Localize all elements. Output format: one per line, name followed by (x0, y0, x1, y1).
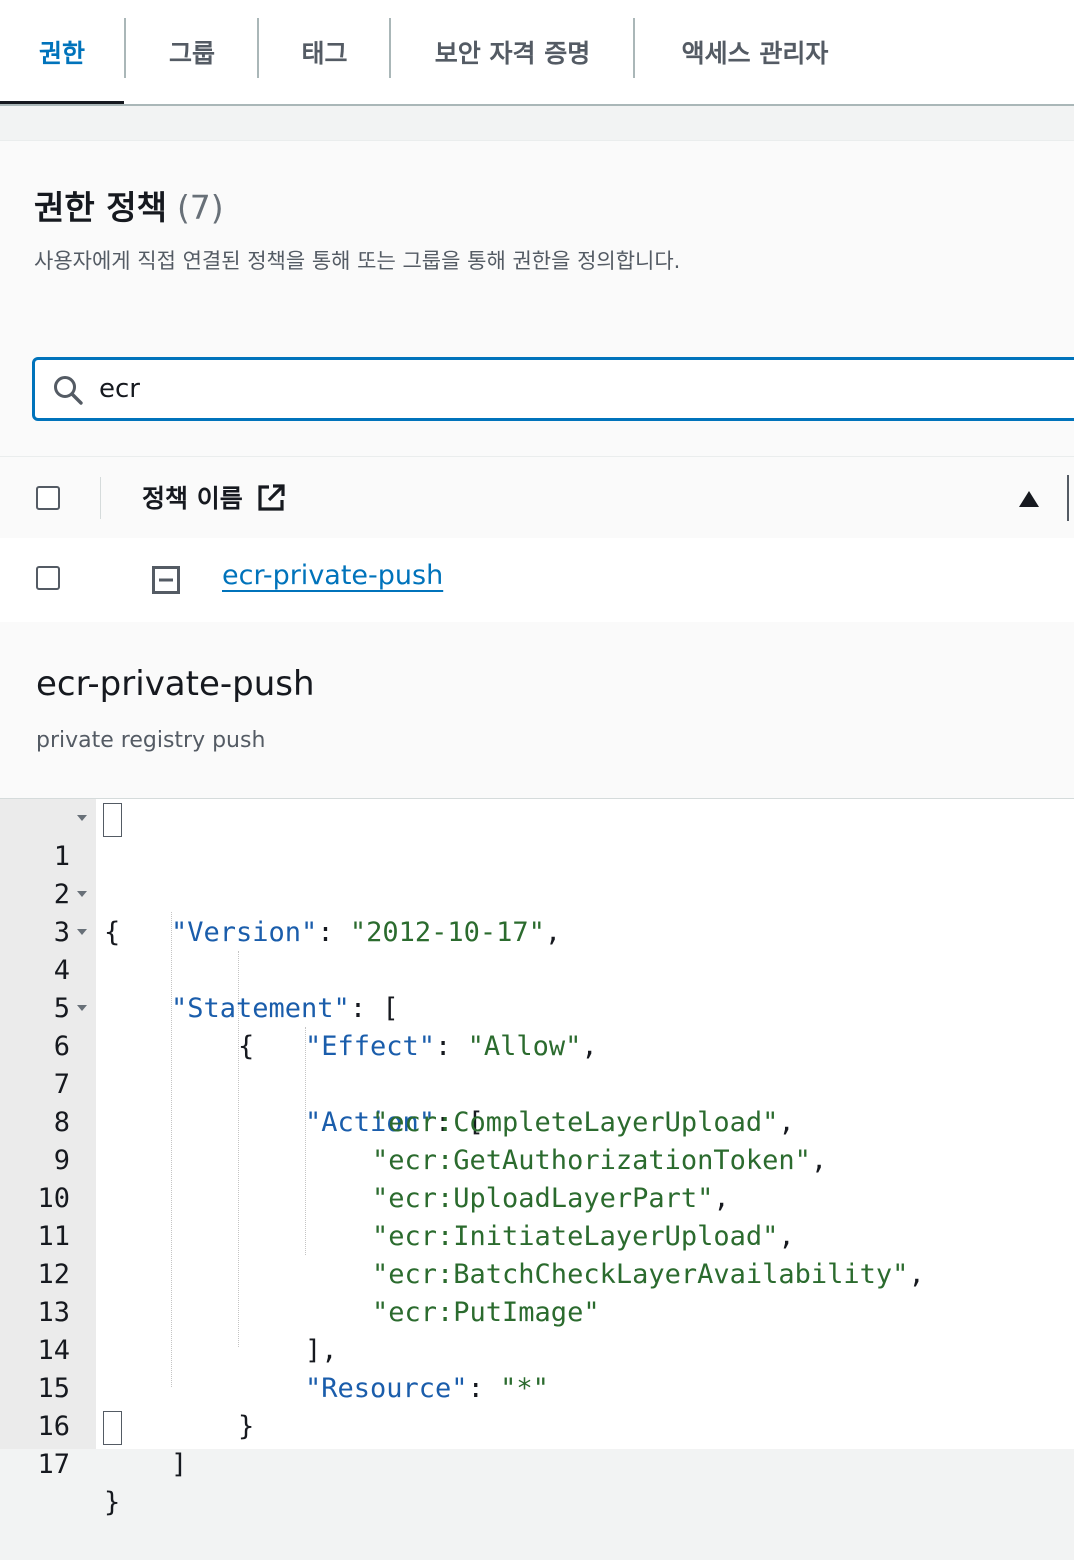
table-row: ecr-private-push (0, 538, 1074, 624)
code-line: 13 ], (0, 1256, 1074, 1366)
column-resize-handle[interactable] (1067, 475, 1069, 521)
line-number: 17 (37, 1449, 70, 1480)
search-icon (54, 376, 83, 405)
code-line: 16 ] (0, 1370, 1074, 1480)
tab-permissions[interactable]: 권한 (0, 0, 124, 104)
tab-tags[interactable]: 태그 (259, 0, 390, 104)
external-link-icon[interactable] (256, 483, 286, 513)
tab-access-advisor[interactable]: 액세스 관리자 (635, 0, 875, 104)
column-divider (100, 477, 101, 519)
code-line: 9 "ecr:UploadLayerPart", (0, 1104, 1074, 1214)
policy-name-link[interactable]: ecr-private-push (222, 560, 443, 591)
code-line: 11 "ecr:BatchCheckLayerAvailability", (0, 1180, 1074, 1290)
code-line: 6 "Action": [ (0, 990, 1074, 1138)
policy-detail-title: ecr-private-push (36, 664, 315, 704)
search-box[interactable] (32, 357, 1074, 421)
panel-title: 권한 정책 (7) (34, 181, 224, 229)
policy-json-editor[interactable]: 1 { 2 "Version": "2012-10-17", 3 "Statem… (0, 798, 1074, 1518)
search-input[interactable] (99, 360, 999, 418)
code-line: 5 "Effect": "Allow", (0, 952, 1074, 1062)
policy-count: (7) (176, 188, 224, 227)
fold-arrow-icon[interactable] (77, 891, 87, 897)
code-token: } (104, 1487, 121, 1518)
section-gap (0, 106, 1074, 140)
tab-groups[interactable]: 그룹 (126, 0, 258, 104)
fold-arrow-icon[interactable] (77, 815, 87, 821)
code-line: 8 "ecr:GetAuthorizationToken", (0, 1066, 1074, 1176)
table-header: 정책 이름 (0, 456, 1074, 541)
panel-title-text: 권한 정책 (34, 188, 167, 227)
code-line: 7 "ecr:CompleteLayerUpload", (0, 1028, 1074, 1138)
code-line: 4 { (0, 914, 1074, 1062)
tab-bar: 권한 그룹 태그 보안 자격 증명 액세스 관리자 (0, 0, 1074, 105)
permissions-policies-panel: 권한 정책 (7) 사용자에게 직접 연결된 정책을 통해 또는 그룹을 통해 권… (0, 140, 1074, 457)
code-line: 2 "Version": "2012-10-17", (0, 838, 1074, 948)
fold-arrow-icon[interactable] (77, 929, 87, 935)
policy-detail-description: private registry push (36, 728, 266, 753)
sort-ascending-icon[interactable] (1018, 490, 1040, 508)
policy-detail: ecr-private-push private registry push (0, 622, 1074, 798)
code-line: 15 } (0, 1332, 1074, 1442)
code-line: 3 "Statement": [ (0, 876, 1074, 1024)
row-checkbox[interactable] (36, 566, 60, 590)
code-line: 12 "ecr:PutImage" (0, 1218, 1074, 1328)
select-all-checkbox[interactable] (36, 486, 60, 510)
code-line: 14 "Resource": "*" (0, 1294, 1074, 1404)
code-line: 17 } (0, 1408, 1074, 1518)
code-line: 1 { (0, 800, 1074, 948)
column-header-policy-name[interactable]: 정책 이름 (142, 479, 243, 515)
tab-security-credentials[interactable]: 보안 자격 증명 (391, 0, 634, 104)
panel-description: 사용자에게 직접 연결된 정책을 통해 또는 그룹을 통해 권한을 정의합니다. (34, 249, 681, 273)
code-token: ] (171, 1449, 188, 1480)
fold-arrow-icon[interactable] (77, 1005, 87, 1011)
collapse-icon[interactable] (152, 566, 180, 594)
code-line: 10 "ecr:InitiateLayerUpload", (0, 1142, 1074, 1252)
